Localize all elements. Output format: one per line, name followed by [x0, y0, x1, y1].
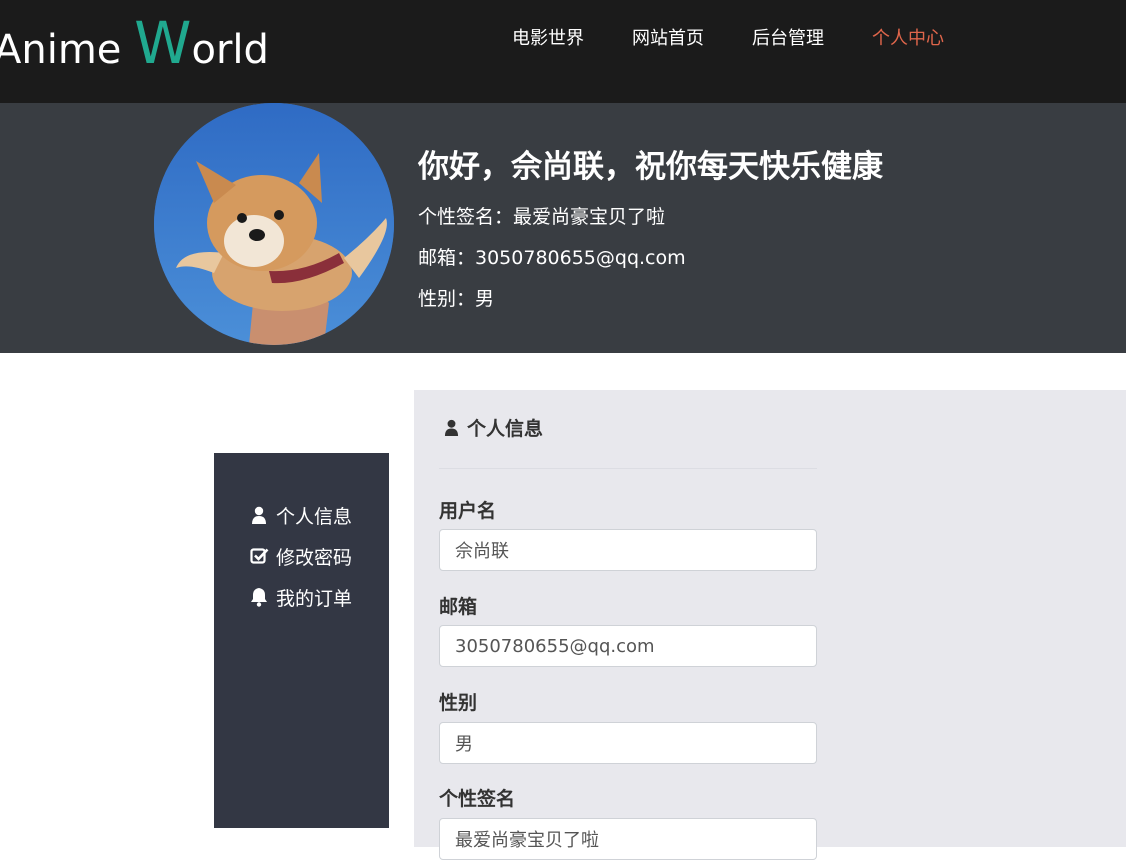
nav-personal-center[interactable]: 个人中心: [872, 24, 944, 54]
avatar: [154, 103, 394, 345]
panel-title: 个人信息: [444, 414, 543, 441]
divider: [439, 468, 817, 469]
sidebar-item-change-password[interactable]: 修改密码: [248, 541, 352, 571]
username-field[interactable]: [439, 529, 817, 571]
nav-movie-world[interactable]: 电影世界: [512, 24, 584, 54]
top-navbar: Anime World 电影世界 网站首页 后台管理 个人中心: [0, 0, 1126, 103]
email-text: 邮箱：3050780655@qq.com: [418, 247, 686, 269]
gender-label: 性别: [439, 692, 478, 714]
gender-text: 性别：男: [418, 288, 495, 310]
logo-initial: W: [134, 9, 192, 77]
signature-field[interactable]: [439, 818, 817, 860]
sidebar-item-profile[interactable]: 个人信息: [248, 500, 352, 530]
profile-banner: 你好，佘尚联，祝你每天快乐健康 个性签名：最爱尚豪宝贝了啦 邮箱：3050780…: [0, 103, 1126, 353]
panel-title-text: 个人信息: [467, 418, 544, 440]
sidebar-item-label: 我的订单: [276, 587, 353, 610]
user-icon: [444, 418, 462, 438]
site-logo[interactable]: Anime World: [0, 8, 269, 78]
email-field[interactable]: [439, 625, 817, 667]
bell-icon: [248, 586, 270, 608]
sidebar-item-label: 修改密码: [276, 546, 353, 569]
greeting-heading: 你好，佘尚联，祝你每天快乐健康: [418, 149, 883, 185]
sidebar: 个人信息 修改密码 我的订单: [214, 453, 389, 828]
username-label: 用户名: [439, 500, 497, 522]
profile-panel: 个人信息 用户名 邮箱 性别 个性签名: [414, 390, 1126, 860]
gender-field[interactable]: [439, 722, 817, 764]
email-label: 邮箱: [439, 596, 478, 618]
user-icon: [248, 504, 270, 526]
logo-suffix: orld: [191, 27, 269, 73]
nav-home[interactable]: 网站首页: [632, 24, 704, 54]
nav-admin[interactable]: 后台管理: [752, 24, 824, 54]
signature-label: 个性签名: [439, 788, 516, 810]
signature-text: 个性签名：最爱尚豪宝贝了啦: [418, 206, 666, 228]
main-nav: 电影世界 网站首页 后台管理 个人中心: [512, 24, 992, 54]
avatar-dog-image: [154, 103, 394, 345]
check-square-icon: [248, 545, 270, 567]
logo-prefix: Anime: [0, 27, 135, 73]
sidebar-item-my-orders[interactable]: 我的订单: [248, 582, 352, 612]
sidebar-item-label: 个人信息: [276, 505, 353, 528]
